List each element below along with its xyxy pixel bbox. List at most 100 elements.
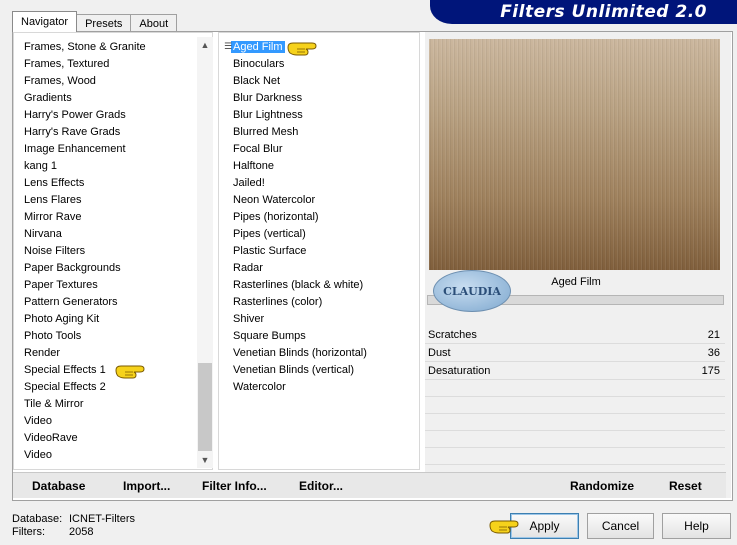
param-row-desaturation[interactable]: Desaturation 175 (425, 362, 725, 380)
pointing-hand-icon (115, 365, 145, 379)
category-item[interactable]: Tile & Mirror (24, 396, 146, 413)
filter-item-label: Rasterlines (color) (233, 296, 323, 308)
filter-item[interactable]: Blur Darkness (233, 90, 367, 107)
filter-item[interactable]: Neon Watercolor (233, 192, 367, 209)
filter-item[interactable]: Pipes (vertical) (233, 226, 367, 243)
database-label: Database: (12, 513, 63, 525)
param-value: 36 (707, 347, 720, 359)
chevron-up-icon[interactable]: ▲ (197, 37, 213, 53)
category-item[interactable]: Lens Flares (24, 192, 146, 209)
chevron-down-icon[interactable]: ▼ (197, 452, 213, 468)
filter-item[interactable]: Shiver (233, 311, 367, 328)
filter-item[interactable]: Venetian Blinds (horizontal) (233, 345, 367, 362)
editor-button[interactable]: Editor... (299, 479, 343, 493)
filter-item-label: Pipes (horizontal) (233, 211, 319, 223)
filter-item[interactable]: Plastic Surface (233, 243, 367, 260)
category-item[interactable]: Photo Tools (24, 328, 146, 345)
category-item[interactable]: kang 1 (24, 158, 146, 175)
tab-navigator[interactable]: Navigator (12, 11, 78, 32)
filter-item[interactable]: Venetian Blinds (vertical) (233, 362, 367, 379)
filter-item[interactable]: Watercolor (233, 379, 367, 396)
database-info: Database: ICNET-Filters Filters: 2058 (12, 513, 135, 539)
category-item[interactable]: Photo Aging Kit (24, 311, 146, 328)
filter-item-label: Focal Blur (233, 143, 283, 155)
filters-count-label: Filters: (12, 526, 45, 538)
filter-item[interactable]: Pipes (horizontal) (233, 209, 367, 226)
filter-item[interactable]: Rasterlines (color) (233, 294, 367, 311)
category-item[interactable]: Noise Filters (24, 243, 146, 260)
filter-list-panel: Aged Film Binoculars Black Net Blur Darknes… (218, 32, 420, 470)
category-item[interactable]: Paper Backgrounds (24, 260, 146, 277)
preview-image (429, 39, 720, 270)
category-item[interactable]: Pattern Generators (24, 294, 146, 311)
filter-item[interactable]: Square Bumps (233, 328, 367, 345)
filter-item[interactable]: Black Net (233, 73, 367, 90)
filter-item[interactable]: Halftone (233, 158, 367, 175)
category-item[interactable]: Gradients (24, 90, 146, 107)
tab-bar: Navigator Presets About (12, 11, 178, 32)
category-item[interactable]: Lens Effects (24, 175, 146, 192)
filter-list: Aged Film Binoculars Black Net Blur Darknes… (231, 39, 367, 396)
param-row-empty (425, 448, 725, 465)
filter-item[interactable]: Blur Lightness (233, 107, 367, 124)
category-item[interactable]: Frames, Textured (24, 56, 146, 73)
watermark-logo: CLAUDIA (433, 270, 511, 312)
category-item[interactable]: Frames, Stone & Granite (24, 39, 146, 56)
param-row-empty (425, 431, 725, 448)
filter-item-label: Venetian Blinds (vertical) (233, 364, 355, 376)
param-row-empty (425, 414, 725, 431)
tab-about[interactable]: About (130, 14, 178, 32)
filter-item-label: Blur Darkness (233, 92, 303, 104)
category-item[interactable]: Frames, Wood (24, 73, 146, 90)
param-label: Dust (428, 347, 451, 359)
category-item[interactable]: Render (24, 345, 146, 362)
filter-item-label: Blurred Mesh (233, 126, 299, 138)
filter-item[interactable]: Focal Blur (233, 141, 367, 158)
selection-marker-icon: ☰ (224, 41, 233, 51)
tab-presets[interactable]: Presets (76, 14, 132, 32)
filter-item-label: Neon Watercolor (233, 194, 316, 206)
filter-info-button[interactable]: Filter Info... (202, 479, 267, 493)
category-item[interactable]: VideoRave (24, 430, 146, 447)
category-item[interactable]: Image Enhancement (24, 141, 146, 158)
filter-item-label: Pipes (vertical) (233, 228, 306, 240)
filter-item-label: Watercolor (233, 381, 286, 393)
pointing-hand-icon (287, 42, 317, 56)
category-item[interactable]: Harry's Rave Grads (24, 124, 146, 141)
param-row-dust[interactable]: Dust 36 (425, 344, 725, 362)
reset-button[interactable]: Reset (669, 479, 702, 493)
help-button[interactable]: Help (662, 513, 731, 539)
category-item[interactable]: Video (24, 413, 146, 430)
param-value: 175 (701, 365, 720, 377)
filter-item-label: Aged Film (231, 41, 285, 53)
filter-item[interactable]: Radar (233, 260, 367, 277)
category-scrollbar[interactable]: ▲ ▼ (197, 37, 213, 468)
database-button[interactable]: Database (32, 479, 85, 493)
category-item[interactable]: Video (24, 447, 146, 464)
import-button[interactable]: Import... (123, 479, 170, 493)
param-value: 21 (707, 329, 720, 341)
filter-item-label: Jailed! (233, 177, 265, 189)
filter-item-label: Black Net (233, 75, 281, 87)
filter-item[interactable]: Jailed! (233, 175, 367, 192)
param-row-scratches[interactable]: Scratches 21 (425, 326, 725, 344)
randomize-button[interactable]: Randomize (570, 479, 634, 493)
filter-item-label: Square Bumps (233, 330, 306, 342)
cancel-button[interactable]: Cancel (587, 513, 654, 539)
category-item[interactable]: Harry's Power Grads (24, 107, 146, 124)
filter-item[interactable]: Blurred Mesh (233, 124, 367, 141)
app-title: Filters Unlimited 2.0 (500, 2, 707, 22)
database-value: ICNET-Filters (69, 513, 135, 525)
category-list: Frames, Stone & Granite Frames, Textured F… (24, 39, 146, 464)
category-item[interactable]: Paper Textures (24, 277, 146, 294)
filter-item-label: Venetian Blinds (horizontal) (233, 347, 367, 359)
pointing-hand-icon (489, 520, 519, 534)
category-item[interactable]: Nirvana (24, 226, 146, 243)
category-list-panel: Frames, Stone & Granite Frames, Textured F… (13, 32, 213, 470)
title-banner: Filters Unlimited 2.0 (430, 0, 737, 24)
param-label: Desaturation (428, 365, 491, 377)
filter-item[interactable]: Rasterlines (black & white) (233, 277, 367, 294)
scroll-thumb[interactable] (198, 363, 212, 451)
filter-item-label: Radar (233, 262, 263, 274)
category-item[interactable]: Mirror Rave (24, 209, 146, 226)
